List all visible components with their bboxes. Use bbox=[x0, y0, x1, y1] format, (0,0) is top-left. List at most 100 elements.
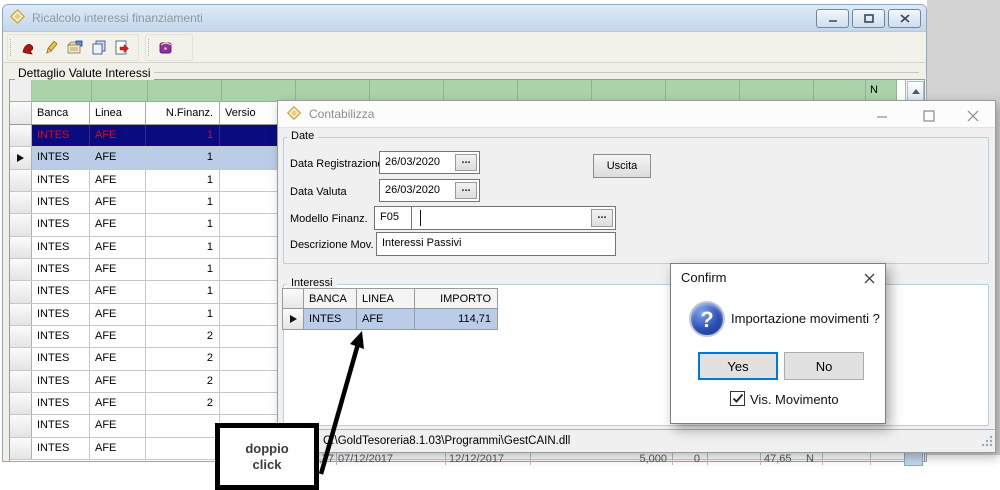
cell-linea[interactable]: AFE bbox=[90, 259, 146, 280]
cell-linea[interactable]: AFE bbox=[90, 348, 146, 369]
row-header-cell[interactable] bbox=[10, 326, 32, 347]
dialog-close-button[interactable] bbox=[965, 107, 981, 123]
cell-nfinanz[interactable] bbox=[146, 415, 220, 436]
interessi-cell-linea[interactable]: AFE bbox=[357, 309, 415, 330]
scrollbar-thumb-fragment[interactable] bbox=[904, 452, 923, 466]
cell-banca[interactable]: INTES bbox=[32, 371, 90, 392]
data-registrazione-picker-button[interactable]: ... bbox=[455, 154, 477, 171]
cell-banca[interactable]: INTES bbox=[32, 147, 90, 168]
cell-banca[interactable]: INTES bbox=[32, 192, 90, 213]
interessi-header-linea[interactable]: LINEA bbox=[357, 288, 415, 309]
cell-nfinanz[interactable]: 2 bbox=[146, 393, 220, 414]
cell-nfinanz[interactable]: 1 bbox=[146, 304, 220, 325]
row-header-cell[interactable] bbox=[10, 393, 32, 414]
cell-linea[interactable]: AFE bbox=[90, 192, 146, 213]
data-registrazione-field[interactable]: 26/03/2020 ... bbox=[379, 151, 480, 174]
cell-linea[interactable]: AFE bbox=[90, 438, 146, 459]
edit-pencil-icon[interactable] bbox=[40, 36, 64, 60]
cell-banca[interactable]: INTES bbox=[32, 125, 90, 146]
cell-banca[interactable]: INTES bbox=[32, 304, 90, 325]
cell-nfinanz[interactable]: 1 bbox=[146, 237, 220, 258]
cell-nfinanz[interactable]: 1 bbox=[146, 170, 220, 191]
row-header-cell[interactable] bbox=[10, 304, 32, 325]
row-header-cell[interactable] bbox=[10, 371, 32, 392]
cell-linea[interactable]: AFE bbox=[90, 214, 146, 235]
maximize-button[interactable] bbox=[852, 9, 885, 28]
row-header-cell[interactable] bbox=[10, 281, 32, 302]
cell-linea[interactable]: AFE bbox=[90, 170, 146, 191]
cell-nfinanz[interactable]: 1 bbox=[146, 214, 220, 235]
interessi-row-header[interactable] bbox=[282, 309, 304, 330]
toolbar-grip[interactable] bbox=[10, 39, 13, 56]
dialog-maximize-button[interactable] bbox=[921, 107, 937, 123]
close-button[interactable] bbox=[888, 9, 921, 28]
descrizione-mov-field[interactable]: Interessi Passivi bbox=[376, 232, 616, 256]
vis-movimento-checkbox[interactable] bbox=[730, 391, 745, 406]
copy-icon[interactable] bbox=[87, 36, 111, 60]
cell-nfinanz[interactable]: 2 bbox=[146, 371, 220, 392]
cell-banca[interactable]: INTES bbox=[32, 237, 90, 258]
toolbar-grip[interactable] bbox=[148, 39, 151, 56]
column-header-linea[interactable]: Linea bbox=[90, 102, 146, 124]
minimize-button[interactable] bbox=[816, 9, 849, 28]
cell-nfinanz[interactable]: 1 bbox=[146, 125, 220, 146]
cell-banca[interactable]: INTES bbox=[32, 259, 90, 280]
cell-nfinanz[interactable]: 1 bbox=[146, 192, 220, 213]
cell-nfinanz[interactable]: 1 bbox=[146, 147, 220, 168]
interessi-header-banca[interactable]: BANCA bbox=[304, 288, 357, 309]
cell-nfinanz[interactable]: 2 bbox=[146, 326, 220, 347]
cell-linea[interactable]: AFE bbox=[90, 281, 146, 302]
cell-nfinanz[interactable] bbox=[146, 438, 220, 459]
uscita-button[interactable]: Uscita bbox=[593, 154, 651, 178]
row-header-cell[interactable] bbox=[10, 192, 32, 213]
cell-linea[interactable]: AFE bbox=[90, 125, 146, 146]
yes-button[interactable]: Yes bbox=[698, 352, 778, 380]
cell-banca[interactable]: INTES bbox=[32, 281, 90, 302]
row-header-cell[interactable] bbox=[10, 348, 32, 369]
modello-finanz-field[interactable]: F05 ... bbox=[374, 206, 616, 230]
dialog-minimize-button[interactable] bbox=[874, 107, 890, 123]
cell-banca[interactable]: INTES bbox=[32, 326, 90, 347]
row-header-cell[interactable] bbox=[10, 125, 32, 146]
cell-linea[interactable]: AFE bbox=[90, 237, 146, 258]
properties-icon[interactable] bbox=[63, 36, 87, 60]
cell-banca[interactable]: INTES bbox=[32, 415, 90, 436]
row-header-cell[interactable] bbox=[10, 214, 32, 235]
interessi-row[interactable]: INTESAFE114,71 bbox=[282, 309, 498, 330]
row-header-cell[interactable] bbox=[10, 259, 32, 280]
row-header-cell[interactable] bbox=[10, 438, 32, 459]
no-button[interactable]: No bbox=[784, 352, 864, 380]
cell-linea[interactable]: AFE bbox=[90, 393, 146, 414]
interessi-cell-banca[interactable]: INTES bbox=[304, 309, 357, 330]
resize-grip[interactable] bbox=[981, 435, 993, 450]
row-header-cell[interactable] bbox=[10, 237, 32, 258]
cell-banca[interactable]: INTES bbox=[32, 438, 90, 459]
cell-nfinanz[interactable]: 2 bbox=[146, 348, 220, 369]
cell-nfinanz[interactable]: 1 bbox=[146, 259, 220, 280]
delete-icon[interactable] bbox=[16, 36, 40, 60]
cell-linea[interactable]: AFE bbox=[90, 326, 146, 347]
modello-finanz-lookup-button[interactable]: ... bbox=[591, 209, 613, 227]
data-valuta-picker-button[interactable]: ... bbox=[455, 182, 477, 199]
export-icon[interactable] bbox=[110, 36, 134, 60]
column-header-banca[interactable]: Banca bbox=[32, 102, 90, 124]
cell-banca[interactable]: INTES bbox=[32, 393, 90, 414]
main-titlebar[interactable]: Ricalcolo interessi finanziamenti bbox=[3, 5, 926, 32]
row-header-cell[interactable] bbox=[10, 415, 32, 436]
row-header-cell[interactable] bbox=[10, 170, 32, 191]
confirm-close-icon[interactable] bbox=[861, 270, 877, 286]
cell-linea[interactable]: AFE bbox=[90, 147, 146, 168]
cell-linea[interactable]: AFE bbox=[90, 371, 146, 392]
column-header-nfinanz[interactable]: N.Finanz. bbox=[146, 102, 220, 124]
cell-banca[interactable]: INTES bbox=[32, 214, 90, 235]
help-book-icon[interactable] bbox=[154, 36, 178, 60]
cell-linea[interactable]: AFE bbox=[90, 304, 146, 325]
cell-nfinanz[interactable]: 1 bbox=[146, 281, 220, 302]
cell-banca[interactable]: INTES bbox=[32, 348, 90, 369]
scroll-up-button[interactable] bbox=[907, 81, 924, 101]
row-header-cell[interactable] bbox=[10, 147, 32, 168]
interessi-cell-importo[interactable]: 114,71 bbox=[415, 309, 498, 330]
cell-linea[interactable]: AFE bbox=[90, 415, 146, 436]
interessi-header-importo[interactable]: IMPORTO bbox=[415, 288, 498, 309]
data-valuta-field[interactable]: 26/03/2020 ... bbox=[379, 179, 480, 202]
